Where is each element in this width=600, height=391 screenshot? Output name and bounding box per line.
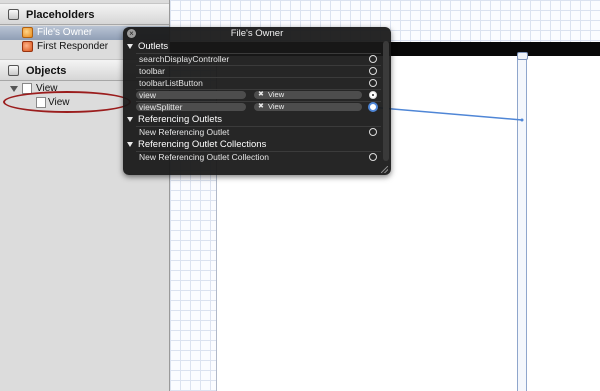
connections-hud: × File's Owner Outlets searchDisplayCont…: [123, 27, 391, 175]
files-owner-cube-icon: [22, 27, 33, 38]
target-label: View: [268, 90, 285, 99]
connection-circle-active-icon[interactable]: [368, 102, 378, 112]
outlet-name: toolbar: [139, 66, 165, 76]
objects-title: Objects: [26, 65, 67, 77]
connection-circle-icon[interactable]: [369, 55, 377, 63]
referencing-outlet-collection-name: New Referencing Outlet Collection: [139, 152, 269, 162]
connection-circle-icon[interactable]: [369, 79, 377, 87]
resize-grip-icon[interactable]: [381, 166, 388, 173]
outlet-row[interactable]: toolbar: [136, 65, 381, 76]
outlet-name: view: [139, 90, 157, 100]
outlet-name: viewSplitter: [139, 102, 183, 112]
section-label: Referencing Outlets: [138, 114, 222, 125]
referencing-outlet-row[interactable]: New Referencing Outlet: [136, 126, 381, 137]
placeholders-title: Placeholders: [26, 9, 95, 21]
outlet-row-connected[interactable]: view ✖ View: [136, 89, 381, 100]
outlet-row-connected[interactable]: viewSplitter ✖ View: [136, 101, 381, 112]
section-referencing-outlet-collections[interactable]: Referencing Outlet Collections: [123, 139, 381, 150]
outlet-row[interactable]: searchDisplayController: [136, 53, 381, 64]
placeholders-header[interactable]: Placeholders: [0, 3, 169, 25]
outlet-name: toolbarListButton: [139, 78, 203, 88]
cube-icon: [8, 9, 19, 20]
view-object-icon: [36, 97, 46, 108]
splitter-handle[interactable]: [517, 52, 528, 60]
disclosure-triangle-icon: [127, 142, 133, 147]
connection-circle-icon[interactable]: [369, 153, 377, 161]
hud-title: File's Owner: [230, 28, 284, 39]
connection-target[interactable]: ✖ View: [254, 103, 362, 111]
disclosure-triangle-icon: [127, 117, 133, 122]
section-referencing-outlets[interactable]: Referencing Outlets: [123, 114, 381, 125]
referencing-outlet-collection-row[interactable]: New Referencing Outlet Collection: [136, 151, 381, 162]
section-outlets[interactable]: Outlets: [123, 41, 381, 52]
tree-item-label: View: [48, 97, 70, 108]
connection-target[interactable]: ✖ View: [254, 91, 362, 99]
referencing-outlet-name: New Referencing Outlet: [139, 127, 230, 137]
connection-circle-icon[interactable]: [369, 128, 377, 136]
view-splitter[interactable]: [517, 56, 527, 391]
hud-scrollbar[interactable]: [383, 41, 389, 161]
outlet-row[interactable]: toolbarListButton: [136, 77, 381, 88]
cube-icon: [8, 65, 19, 76]
connection-circle-icon[interactable]: [369, 67, 377, 75]
tree-item-label: View: [36, 83, 58, 94]
view-object-icon: [22, 83, 32, 94]
section-label: Referencing Outlet Collections: [138, 139, 267, 150]
section-label: Outlets: [138, 41, 169, 52]
outlet-name: searchDisplayController: [139, 54, 230, 64]
target-label: View: [268, 102, 285, 111]
disclosure-triangle-icon: [127, 44, 133, 49]
disconnect-x-icon[interactable]: ✖: [258, 91, 264, 99]
placeholder-label: First Responder: [37, 41, 109, 52]
disconnect-x-icon[interactable]: ✖: [258, 103, 264, 111]
first-responder-cube-icon: [22, 41, 33, 52]
disclosure-triangle-icon[interactable]: [10, 86, 18, 92]
placeholder-label: File's Owner: [37, 27, 93, 38]
connection-circle-filled-icon[interactable]: [369, 91, 377, 99]
